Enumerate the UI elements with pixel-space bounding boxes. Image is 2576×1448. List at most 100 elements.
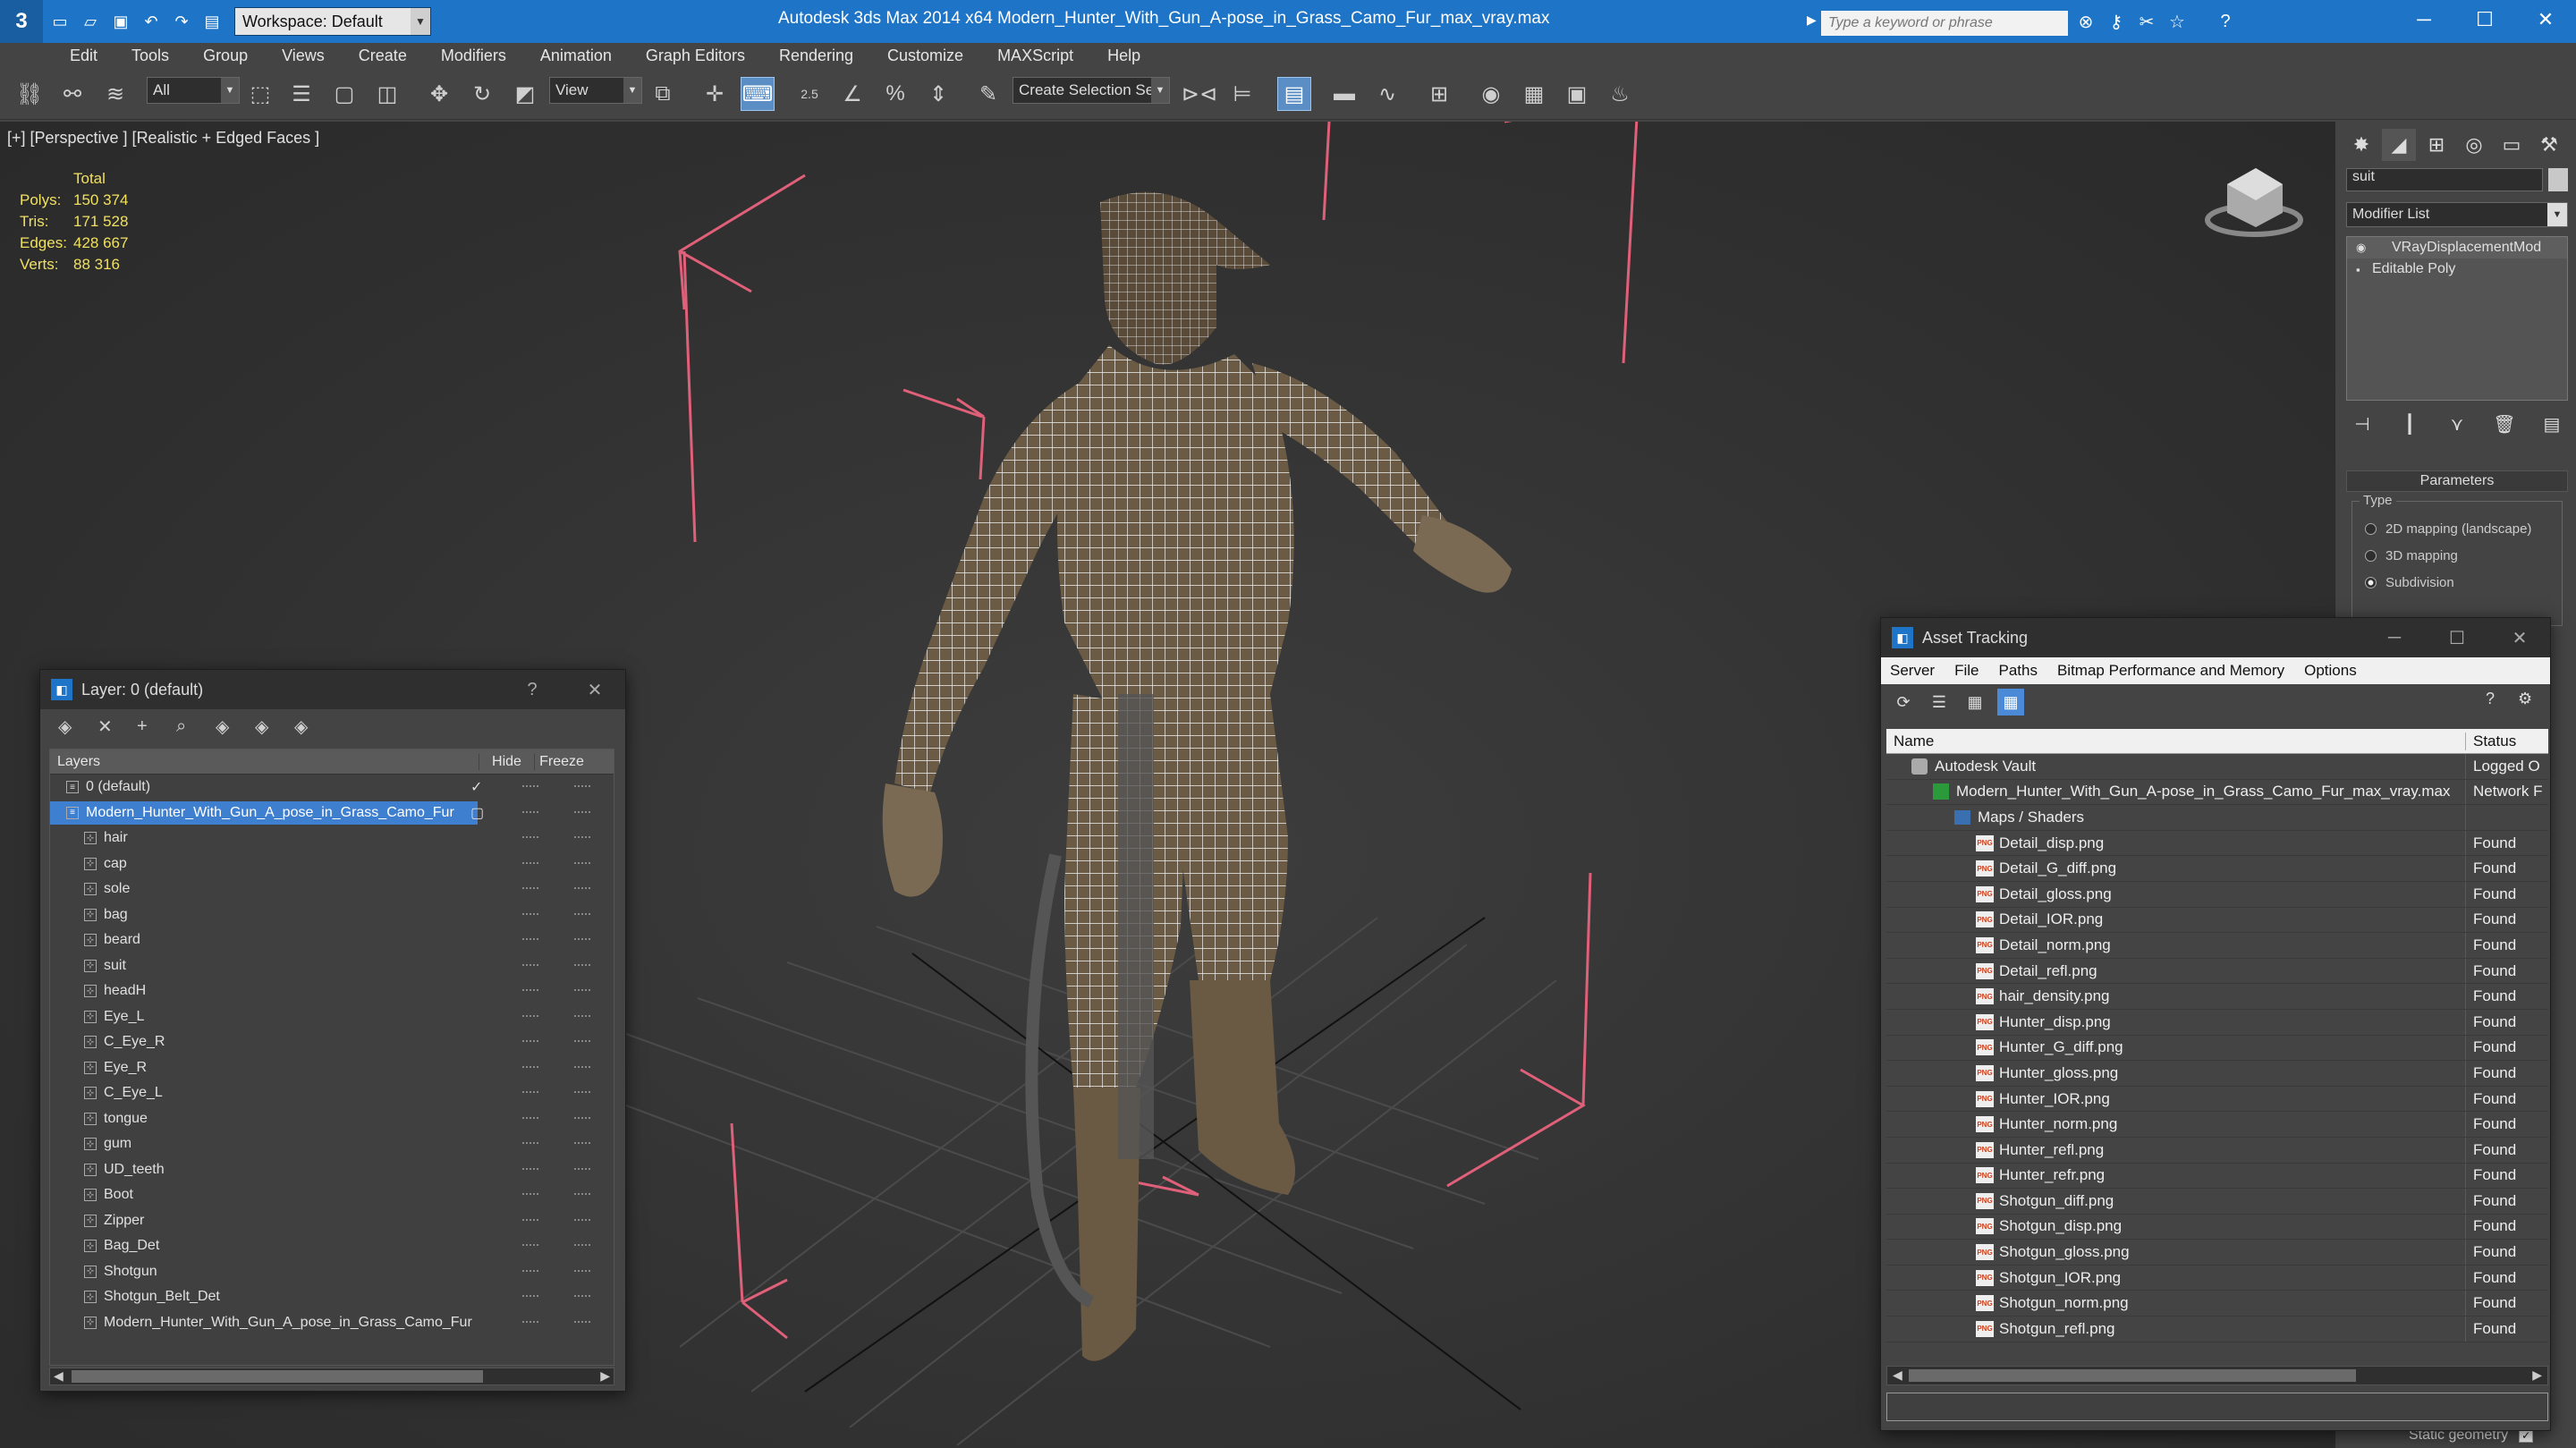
hide-toggle[interactable]: [522, 1193, 538, 1196]
asset-row[interactable]: PNG Detail_refl.png Found: [1886, 958, 2548, 985]
expand-icon[interactable]: ▪: [2356, 263, 2372, 276]
object-color-swatch[interactable]: [2548, 168, 2568, 191]
schematic-view-icon[interactable]: ⊞: [1422, 77, 1456, 111]
reference-coord-dropdown[interactable]: View ▼: [549, 77, 642, 104]
minimize-icon[interactable]: ─: [2382, 625, 2407, 650]
asset-menu-bitmap-performance[interactable]: Bitmap Performance and Memory: [2057, 662, 2284, 680]
layer-object-row[interactable]: ⊹ beard: [50, 927, 614, 953]
type-radio-3d-mapping[interactable]: 3D mapping: [2365, 548, 2458, 563]
project-folder-icon[interactable]: ▤: [199, 8, 225, 35]
asset-status-field[interactable]: [1886, 1393, 2548, 1421]
scrollbar-thumb[interactable]: [72, 1370, 483, 1383]
parameters-rollout-header[interactable]: Parameters: [2346, 470, 2568, 492]
create-layer-icon[interactable]: ◈: [58, 716, 97, 738]
maximize-icon[interactable]: ☐: [2454, 0, 2515, 39]
layer-object-row[interactable]: ⊹ headH: [50, 978, 614, 1004]
hide-toggle[interactable]: [522, 1040, 538, 1043]
thumbnail-view-icon[interactable]: ▦: [1962, 689, 1988, 716]
asset-row[interactable]: PNG Hunter_refl.png Found: [1886, 1137, 2548, 1164]
freeze-toggle[interactable]: [574, 1116, 590, 1120]
pivot-center-icon[interactable]: ⧉: [646, 77, 680, 111]
layer-object-row[interactable]: ⊹ UD_teeth: [50, 1157, 614, 1183]
configure-modifier-sets-icon[interactable]: ▤: [2536, 413, 2568, 436]
refresh-icon[interactable]: ⟳: [1890, 689, 1917, 716]
asset-row[interactable]: PNG Shotgun_diff.png Found: [1886, 1189, 2548, 1215]
layer-object-row[interactable]: ⊹ Eye_L: [50, 1004, 614, 1030]
window-crossing-icon[interactable]: ◫: [370, 77, 404, 111]
layer-dialog-titlebar[interactable]: ◧ Layer: 0 (default) ? ✕: [40, 670, 625, 709]
current-layer-checkmark-icon[interactable]: ✓: [470, 778, 482, 796]
star-icon[interactable]: ☆: [2165, 9, 2190, 34]
menu-edit[interactable]: Edit: [70, 47, 97, 65]
edit-named-selection-icon[interactable]: ✎: [971, 77, 1005, 111]
layer-object-row[interactable]: ⊹ Boot: [50, 1182, 614, 1208]
hide-toggle[interactable]: [522, 938, 538, 941]
hide-toggle[interactable]: [522, 989, 538, 992]
column-status[interactable]: Status: [2466, 732, 2516, 750]
freeze-toggle[interactable]: [574, 1014, 590, 1018]
hide-toggle[interactable]: [522, 861, 538, 865]
link-icon[interactable]: ⛓: [13, 77, 47, 111]
column-name[interactable]: Name: [1886, 732, 2466, 750]
menu-animation[interactable]: Animation: [540, 47, 612, 65]
freeze-toggle[interactable]: [574, 861, 590, 865]
layer-object-row[interactable]: ⊹ C_Eye_R: [50, 1029, 614, 1055]
hide-all-layers-icon[interactable]: ◈: [255, 716, 294, 738]
layer-object-row[interactable]: ⊹ Shotgun_Belt_Det: [50, 1284, 614, 1310]
maximize-icon[interactable]: ☐: [2445, 625, 2470, 650]
asset-menu-file[interactable]: File: [1954, 662, 1979, 680]
menu-group[interactable]: Group: [203, 47, 248, 65]
scroll-right-icon[interactable]: ▶: [600, 1368, 610, 1384]
freeze-toggle[interactable]: [574, 887, 590, 890]
layer-object-row[interactable]: ⊹ C_Eye_L: [50, 1080, 614, 1106]
freeze-toggle[interactable]: [574, 836, 590, 839]
column-hide[interactable]: Hide: [479, 753, 535, 770]
column-freeze[interactable]: Freeze: [535, 754, 589, 770]
layer-object-row[interactable]: ⊹ Bag_Det: [50, 1233, 614, 1259]
layer-object-row[interactable]: ⊹ gum: [50, 1131, 614, 1157]
freeze-toggle[interactable]: [574, 785, 590, 788]
make-unique-icon[interactable]: ⋎: [2441, 413, 2473, 436]
lightbulb-icon[interactable]: ◉: [2356, 241, 2372, 255]
modifier-list-dropdown[interactable]: Modifier List ▼: [2346, 202, 2568, 227]
scroll-left-icon[interactable]: ◀: [1893, 1368, 1902, 1383]
type-radio-2d-mapping[interactable]: 2D mapping (landscape): [2365, 521, 2531, 537]
layer-object-row[interactable]: ⊹ suit: [50, 953, 614, 979]
freeze-toggle[interactable]: [574, 1320, 590, 1324]
open-file-icon[interactable]: ▱: [77, 8, 104, 35]
select-object-icon[interactable]: ⬚: [243, 77, 277, 111]
hide-toggle[interactable]: [522, 1065, 538, 1069]
asset-row[interactable]: PNG Hunter_gloss.png Found: [1886, 1061, 2548, 1087]
freeze-toggle[interactable]: [574, 810, 590, 814]
hide-toggle[interactable]: [522, 912, 538, 916]
layer-object-row[interactable]: ⊹ Eye_R: [50, 1055, 614, 1081]
highlight-selected-layer-icon[interactable]: ◈: [216, 716, 255, 738]
asset-row[interactable]: Modern_Hunter_With_Gun_A-pose_in_Grass_C…: [1886, 779, 2548, 806]
table-view-icon[interactable]: ▦: [1997, 689, 2024, 716]
search-input[interactable]: Type a keyword or phrase: [1821, 11, 2068, 36]
add-to-layer-icon[interactable]: +: [137, 716, 176, 737]
layer-horizontal-scrollbar[interactable]: ◀ ▶: [49, 1368, 614, 1385]
hide-toggle[interactable]: [522, 1091, 538, 1094]
asset-row[interactable]: PNG Hunter_refr.png Found: [1886, 1163, 2548, 1190]
hunter-character-model[interactable]: [882, 191, 1512, 1361]
layer-object-row[interactable]: ⊹ hair: [50, 826, 614, 851]
freeze-toggle[interactable]: [574, 963, 590, 967]
freeze-toggle[interactable]: [574, 1091, 590, 1094]
menu-modifiers[interactable]: Modifiers: [441, 47, 506, 65]
layer-object-row[interactable]: ⊹ sole: [50, 876, 614, 902]
layer-object-row[interactable]: ⊹ Modern_Hunter_With_Gun_A_pose_in_Grass_…: [50, 1310, 614, 1336]
hide-toggle[interactable]: [522, 836, 538, 839]
asset-row[interactable]: Autodesk Vault Logged O: [1886, 754, 2548, 780]
select-manipulate-icon[interactable]: ✛: [698, 77, 732, 111]
hide-toggle[interactable]: [522, 1244, 538, 1247]
app-logo-icon[interactable]: 3: [0, 0, 43, 43]
help-icon[interactable]: ?: [2213, 9, 2238, 34]
menu-maxscript[interactable]: MAXScript: [997, 47, 1073, 65]
workspace-dropdown[interactable]: Workspace: Default ▼: [234, 7, 431, 36]
unlink-icon[interactable]: ⚯: [55, 77, 89, 111]
render-setup-icon[interactable]: ▦: [1517, 77, 1551, 111]
modify-tab-icon[interactable]: ◢: [2382, 129, 2416, 161]
graphite-ribbon-icon[interactable]: ▬: [1327, 77, 1361, 111]
viewcube[interactable]: [2205, 168, 2303, 237]
